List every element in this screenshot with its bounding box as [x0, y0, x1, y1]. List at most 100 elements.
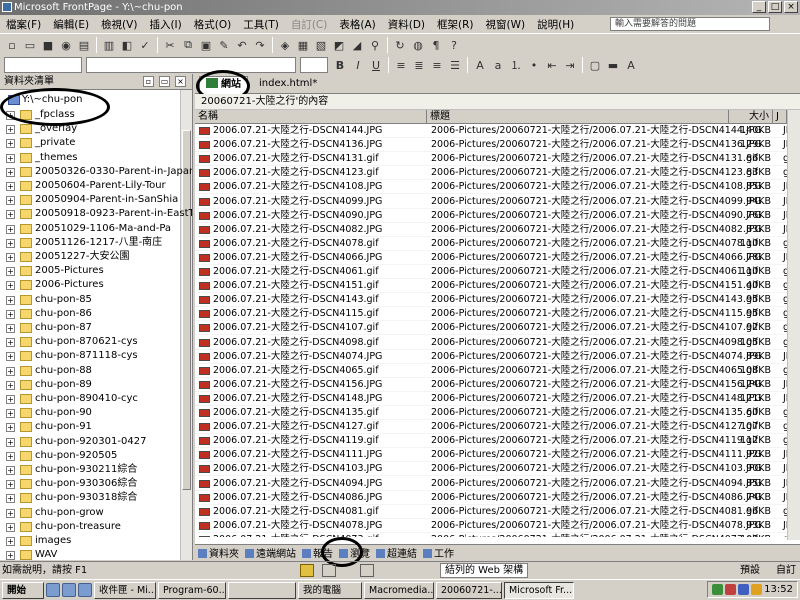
column-type[interactable]: J: [773, 110, 787, 124]
file-row[interactable]: 2006.07.21-大陸之行-DSCN4151.gif 2006-Picture…: [195, 279, 787, 294]
expand-icon[interactable]: +: [6, 238, 15, 248]
expand-icon[interactable]: +: [6, 423, 15, 433]
search-icon[interactable]: ◉: [58, 37, 74, 53]
font-dropdown[interactable]: [86, 57, 296, 73]
column-size[interactable]: 大小: [729, 110, 773, 124]
quick-launch-outlook-icon[interactable]: [62, 583, 76, 597]
align-center-icon[interactable]: ≣: [411, 57, 427, 73]
quick-launch-desktop-icon[interactable]: [78, 583, 92, 597]
menu-table[interactable]: 表格(A): [333, 17, 381, 32]
maximize-button[interactable]: □: [768, 1, 782, 13]
quick-launch-ie-icon[interactable]: [46, 583, 60, 597]
folder-list-scrollbar[interactable]: [180, 90, 192, 560]
task-macromedia[interactable]: Macromedia...: [364, 581, 434, 599]
expand-icon[interactable]: +: [6, 125, 15, 135]
file-row[interactable]: 2006.07.21-大陸之行-DSCN4108.JPG 2006-Picture…: [195, 180, 787, 195]
expand-icon[interactable]: +: [6, 139, 15, 149]
preview-icon[interactable]: ◧: [119, 37, 135, 53]
file-row[interactable]: 2006.07.21-大陸之行-DSCN4082.JPG 2006-Picture…: [195, 223, 787, 237]
redo-icon[interactable]: ↷: [252, 37, 268, 53]
expand-icon[interactable]: +: [6, 281, 15, 291]
column-name[interactable]: 名稱: [195, 110, 427, 124]
file-row[interactable]: 2006.07.21-大陸之行-DSCN4073.gif 2006-Picture…: [195, 533, 787, 537]
file-row[interactable]: 2006.07.21-大陸之行-DSCN4094.JPG 2006-Picture…: [195, 477, 787, 491]
web-structure-label[interactable]: 結列的 Web 架構: [440, 563, 529, 578]
insert-table-icon[interactable]: ▦: [295, 37, 311, 53]
align-left-icon[interactable]: ≡: [393, 57, 409, 73]
scroll-thumb[interactable]: [182, 130, 191, 490]
file-row[interactable]: 2006.07.21-大陸之行-DSCN4098.gif 2006-Picture…: [195, 336, 787, 350]
file-row[interactable]: 2006.07.21-大陸之行-DSCN4090.JPG 2006-Picture…: [195, 209, 787, 223]
save-icon[interactable]: ■: [40, 37, 56, 53]
file-row[interactable]: 2006.07.21-大陸之行-DSCN4135.gif 2006-Picture…: [195, 406, 787, 421]
print-icon[interactable]: ▥: [101, 37, 117, 53]
file-row[interactable]: 2006.07.21-大陸之行-DSCN4144.JPG 2006-Picture…: [195, 124, 787, 139]
highlight-icon[interactable]: ▬: [605, 57, 621, 73]
help-question-input[interactable]: 輸入需要解答的問題: [610, 17, 770, 31]
file-row[interactable]: 2006.07.21-大陸之行-DSCN4086.JPG 2006-Picture…: [195, 491, 787, 505]
insert-layer-icon[interactable]: ▧: [313, 37, 329, 53]
expand-icon[interactable]: +: [6, 167, 15, 177]
file-row[interactable]: 2006.07.21-大陸之行-DSCN4131.gif 2006-Picture…: [195, 152, 787, 167]
expand-icon[interactable]: +: [6, 409, 15, 419]
minimize-button[interactable]: _: [752, 1, 766, 13]
tray-antivirus-icon[interactable]: [725, 584, 737, 595]
undo-icon[interactable]: ↶: [234, 37, 250, 53]
tray-volume-icon[interactable]: [738, 584, 750, 595]
expand-icon[interactable]: +: [6, 551, 15, 560]
show-all-icon[interactable]: ¶: [428, 37, 444, 53]
close-pane-icon[interactable]: ×: [175, 76, 186, 87]
file-row[interactable]: 2006.07.21-大陸之行-DSCN4074.JPG 2006-Picture…: [195, 350, 787, 364]
expand-icon[interactable]: +: [6, 366, 15, 376]
new-page-icon[interactable]: ▫: [4, 37, 20, 53]
menu-custom[interactable]: 自訂(C): [285, 17, 334, 32]
task-frontpage[interactable]: Microsoft Fr...: [504, 581, 574, 599]
expand-icon[interactable]: +: [6, 224, 15, 234]
view-tasks[interactable]: 工作: [423, 545, 454, 560]
menu-view[interactable]: 檢視(V): [95, 17, 143, 32]
file-row[interactable]: 2006.07.21-大陸之行-DSCN4143.gif 2006-Picture…: [195, 293, 787, 308]
font-color-icon[interactable]: A: [623, 57, 639, 73]
file-row[interactable]: 2006.07.21-大陸之行-DSCN4136.JPG 2006-Picture…: [195, 138, 787, 153]
task-folder-20060721[interactable]: 20060721-...: [436, 581, 502, 599]
expand-icon[interactable]: +: [6, 324, 15, 333]
task-blank[interactable]: [228, 581, 296, 599]
close-button[interactable]: ×: [784, 1, 798, 13]
file-row[interactable]: 2006.07.21-大陸之行-DSCN4115.gif 2006-Picture…: [195, 307, 787, 322]
cut-icon[interactable]: ✂: [162, 37, 178, 53]
expand-icon[interactable]: +: [6, 537, 15, 546]
task-my-computer[interactable]: 我的電腦: [298, 581, 362, 599]
font-size-dropdown[interactable]: [300, 57, 328, 73]
tray-network-icon[interactable]: [712, 584, 724, 595]
file-row[interactable]: 2006.07.21-大陸之行-DSCN4119.gif 2006-Picture…: [195, 434, 787, 449]
expand-icon[interactable]: +: [6, 480, 15, 490]
menu-tools[interactable]: 工具(T): [237, 17, 285, 32]
view-remote-site[interactable]: 遠端網站: [245, 545, 296, 560]
file-row[interactable]: 2006.07.21-大陸之行-DSCN4103.JPG 2006-Picture…: [195, 462, 787, 477]
file-row[interactable]: 2006.07.21-大陸之行-DSCN4156.JPG 2006-Picture…: [195, 378, 787, 392]
justify-icon[interactable]: ☰: [447, 57, 463, 73]
style-dropdown[interactable]: [4, 57, 82, 73]
open-folder-icon[interactable]: ▭: [22, 37, 38, 53]
help-icon[interactable]: ?: [446, 37, 462, 53]
expand-icon[interactable]: +: [6, 182, 15, 191]
expand-icon[interactable]: +: [6, 210, 15, 220]
expand-icon[interactable]: +: [6, 466, 15, 475]
paste-icon[interactable]: ▣: [198, 37, 214, 53]
file-row[interactable]: 2006.07.21-大陸之行-DSCN4078.gif 2006-Picture…: [195, 237, 787, 251]
copy-icon[interactable]: ⧉: [180, 37, 196, 53]
expand-icon[interactable]: +: [6, 508, 15, 518]
menu-help[interactable]: 說明(H): [531, 17, 580, 32]
expand-icon[interactable]: +: [6, 196, 15, 206]
underline-icon[interactable]: U: [368, 57, 384, 73]
file-row[interactable]: 2006.07.21-大陸之行-DSCN4148.JPG 2006-Picture…: [195, 392, 787, 406]
expand-icon[interactable]: +: [6, 338, 15, 348]
expand-icon[interactable]: +: [6, 295, 15, 305]
task-program[interactable]: Program-60...: [158, 581, 226, 599]
expand-icon[interactable]: +: [6, 267, 15, 277]
format-painter-icon[interactable]: ✎: [216, 37, 232, 53]
expand-icon[interactable]: +: [6, 395, 15, 404]
menu-data[interactable]: 資料(D): [382, 17, 431, 32]
increase-indent-icon[interactable]: ⇥: [562, 57, 578, 73]
spelling-icon[interactable]: ✓: [137, 37, 153, 53]
